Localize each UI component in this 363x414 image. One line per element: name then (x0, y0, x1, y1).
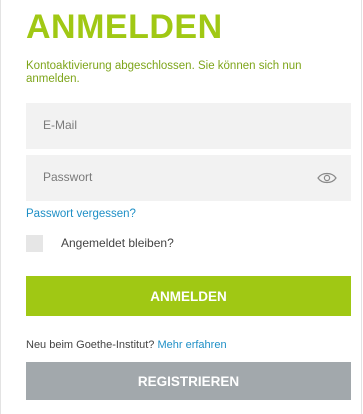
register-prompt: Neu beim Goethe-Institut? (26, 339, 155, 351)
email-placeholder: E-Mail (43, 118, 78, 132)
remember-me-label[interactable]: Angemeldet bleiben? (61, 236, 174, 250)
register-button[interactable]: REGISTRIEREN (26, 362, 351, 400)
remember-me-checkbox[interactable] (26, 234, 43, 252)
remember-me-row: Angemeldet bleiben? (26, 234, 174, 252)
login-button[interactable]: ANMELDEN (26, 276, 351, 316)
email-field[interactable]: E-Mail (26, 103, 351, 149)
register-prompt-row: Neu beim Goethe-Institut? Mehr erfahren (26, 339, 227, 351)
status-message: Kontoaktivierung abgeschlossen. Sie könn… (26, 60, 302, 85)
password-field[interactable]: Passwort (26, 155, 351, 201)
more-info-link[interactable]: Mehr erfahren (157, 339, 226, 351)
password-placeholder: Passwort (43, 170, 93, 184)
login-panel: ANMELDEN Kontoaktivierung abgeschlossen.… (0, 0, 362, 414)
forgot-password-link[interactable]: Passwort vergessen? (26, 208, 136, 220)
page-title: ANMELDEN (26, 8, 223, 46)
eye-icon[interactable] (317, 169, 337, 187)
